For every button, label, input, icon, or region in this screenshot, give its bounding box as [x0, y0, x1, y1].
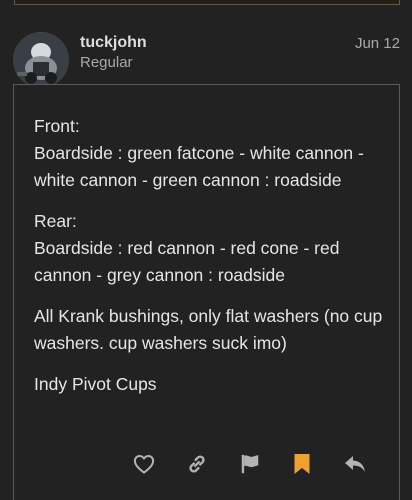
paragraph-line: Rear:	[34, 211, 77, 231]
paragraph-front: Front: Boardside : green fatcone - white…	[34, 113, 384, 194]
user-title: Regular	[80, 54, 133, 71]
bookmark-icon	[294, 454, 310, 474]
like-button[interactable]	[128, 448, 160, 480]
link-icon	[189, 455, 205, 473]
topic-page: tuckjohn Regular Jun 12 Front: Boardside…	[0, 0, 412, 500]
flag-button[interactable]	[234, 448, 266, 480]
post-body: Front: Boardside : green fatcone - white…	[13, 84, 400, 500]
reply-button[interactable]	[339, 448, 371, 480]
reply-icon	[345, 456, 365, 472]
flag-icon	[241, 454, 259, 474]
avatar[interactable]	[13, 32, 69, 88]
paragraph-line: Indy Pivot Cups	[34, 374, 157, 394]
paragraph-line: All Krank bushings, only flat washers (n…	[34, 306, 383, 353]
paragraph-rear: Rear: Boardside : red cannon - red cone …	[34, 208, 384, 289]
paragraph-line: Boardside : red cannon - red cone - red …	[34, 238, 340, 285]
paragraph-pivot-cups: Indy Pivot Cups	[34, 371, 384, 398]
username[interactable]: tuckjohn	[80, 34, 147, 52]
post-actions	[14, 448, 401, 482]
paragraph-line: Boardside : green fatcone - white cannon…	[34, 143, 364, 190]
previous-post-edge	[0, 0, 412, 10]
copy-link-button[interactable]	[181, 448, 213, 480]
heart-icon	[133, 455, 155, 474]
paragraph-line: Front:	[34, 116, 80, 136]
paragraph-bushings: All Krank bushings, only flat washers (n…	[34, 303, 384, 357]
bookmark-button[interactable]	[286, 448, 318, 480]
post-content: Front: Boardside : green fatcone - white…	[34, 113, 384, 412]
previous-post-card-edge	[14, 0, 400, 5]
post-date[interactable]: Jun 12	[355, 35, 400, 52]
